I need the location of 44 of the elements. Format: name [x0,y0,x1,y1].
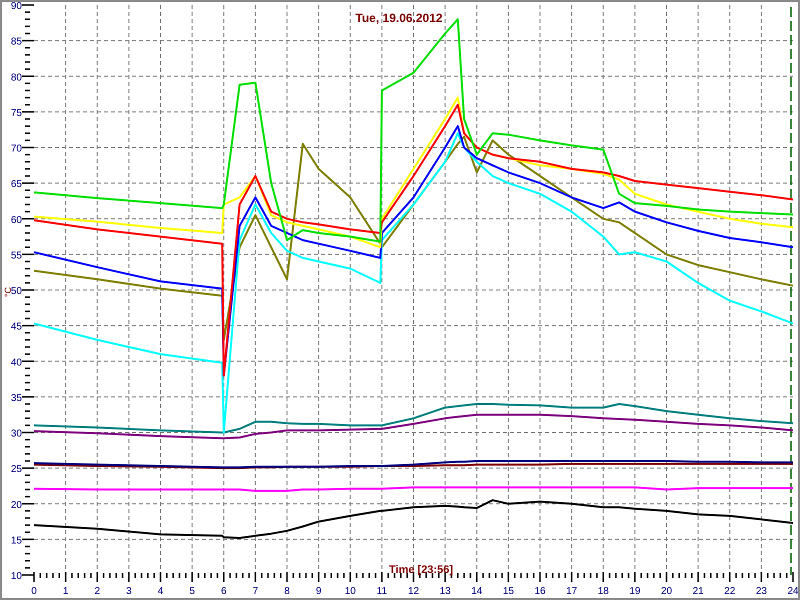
x-tick-label: 0 [31,586,37,597]
x-tick-label: 2 [94,586,100,597]
x-tick-label: 6 [220,586,227,597]
y-tick-label: 80 [10,72,22,84]
y-tick-label: 45 [10,322,22,333]
y-tick-label: 35 [10,392,22,404]
x-tick-label: 14 [471,586,482,597]
y-tick-label: 20 [10,500,22,511]
x-tick-label: 3 [126,586,132,597]
y-tick-label: 85 [10,36,22,48]
x-tick-label: 7 [252,586,258,597]
y-tick-label: 40 [10,357,22,368]
y-tick-label: 50 [10,286,22,297]
y-tick-label: 30 [10,428,22,440]
x-tick-label: 1 [62,586,68,597]
x-tick-label: 24 [787,586,798,597]
x-axis-title: Time [23:56] [389,564,453,576]
y-tick-label: 70 [10,144,22,154]
x-tick-label: 5 [189,586,195,597]
chart-title: Tue, 19.06.2012 [355,11,443,25]
x-tick-label: 17 [566,586,578,597]
y-tick-label: 10 [10,571,22,582]
x-tick-label: 20 [660,586,672,597]
x-tick-label: 21 [692,586,704,597]
x-tick-label: 22 [724,586,736,597]
y-tick-label: 60 [10,214,22,226]
y-tick-label: 90 [10,2,22,12]
x-tick-label: 8 [284,586,290,597]
x-tick-label: 16 [534,586,546,597]
x-tick-label: 10 [344,586,356,597]
x-tick-label: 23 [756,586,767,597]
x-tick-label: 19 [629,586,640,597]
y-tick-label: 55 [10,250,22,262]
y-tick-label: 65 [10,179,22,190]
y-tick-label: 25 [10,464,22,476]
x-tick-label: 13 [440,586,451,597]
x-tick-label: 11 [376,586,388,597]
x-tick-label: 15 [502,586,514,597]
x-tick-label: 12 [408,586,420,597]
y-tick-label: 75 [10,108,22,119]
y-tick-label: 15 [10,535,22,546]
x-tick-label: 4 [158,586,164,597]
x-tick-label: 9 [316,586,322,597]
x-tick-label: 18 [598,586,609,597]
